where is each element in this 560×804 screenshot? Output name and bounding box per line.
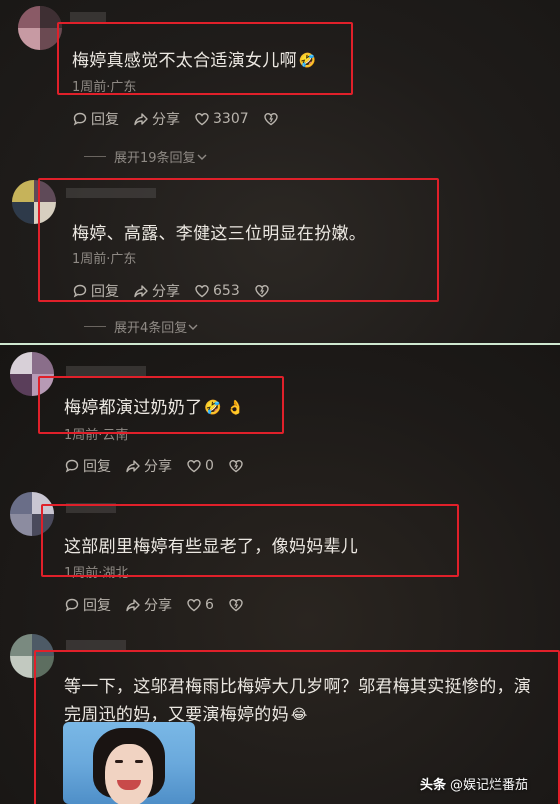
watermark: 头条 @娱记烂番茄 <box>420 774 528 793</box>
comment-text: 梅婷、高露、李健这三位明显在扮嫩。 <box>72 224 367 244</box>
reply-label: 回复 <box>83 598 111 614</box>
like-count: 3307 <box>213 111 249 127</box>
image-eye <box>115 760 123 763</box>
reply-icon <box>65 459 79 473</box>
comment-actions: 回复 分享 653 <box>72 281 287 301</box>
reply-button[interactable]: 回复 <box>72 109 119 129</box>
like-icon <box>187 459 201 473</box>
dislike-button[interactable] <box>254 283 273 299</box>
reply-icon <box>73 112 87 126</box>
watermark-prefix: 头条 <box>420 778 447 793</box>
avatar[interactable] <box>18 6 62 50</box>
watermark-handle: @娱记烂番茄 <box>450 778 529 793</box>
comment-text: 梅婷都演过奶奶了 🤣 👌 <box>64 398 245 418</box>
share-icon <box>126 599 140 612</box>
comment-text: 这部剧里梅婷有些显老了，像妈妈辈儿 <box>64 537 359 557</box>
share-button[interactable]: 分享 <box>133 281 180 301</box>
reply-button[interactable]: 回复 <box>72 281 119 301</box>
dislike-icon <box>229 459 243 473</box>
avatar[interactable] <box>10 352 54 396</box>
share-label: 分享 <box>144 598 172 614</box>
expand-replies[interactable]: 展开4条回复 <box>84 317 199 336</box>
image-eye <box>135 760 143 763</box>
like-button[interactable]: 0 <box>186 458 214 474</box>
comment-image[interactable] <box>63 722 195 804</box>
username-blurred <box>66 640 126 650</box>
expand-line <box>84 156 106 157</box>
like-button[interactable]: 3307 <box>194 111 249 127</box>
reply-button[interactable]: 回复 <box>64 595 111 615</box>
like-count: 6 <box>205 597 214 613</box>
share-icon <box>134 285 148 298</box>
like-button[interactable]: 6 <box>186 597 214 613</box>
avatar[interactable] <box>12 180 56 224</box>
comment-meta: 1周前·广东 <box>72 80 137 95</box>
reply-button[interactable]: 回复 <box>64 456 111 476</box>
share-icon <box>126 460 140 473</box>
share-button[interactable]: 分享 <box>133 109 180 129</box>
reply-icon <box>65 598 79 612</box>
like-icon <box>195 284 209 298</box>
avatar[interactable] <box>10 492 54 536</box>
username-blurred <box>66 366 146 376</box>
comment-text-line1: 等一下，这邬君梅雨比梅婷大几岁啊？邬君梅其实挺惨的，演 <box>64 677 532 697</box>
comment-actions: 回复 分享 0 <box>64 456 261 476</box>
rofl-emoji: 🤣 <box>298 53 317 69</box>
username-blurred <box>66 188 156 198</box>
like-icon <box>195 112 209 126</box>
dislike-icon <box>229 598 243 612</box>
like-icon <box>187 598 201 612</box>
dislike-icon <box>263 112 278 126</box>
reply-icon <box>73 284 87 298</box>
dislike-button[interactable] <box>228 597 247 613</box>
share-label: 分享 <box>144 459 172 475</box>
share-icon <box>134 113 148 126</box>
expand-label: 展开19条回复 <box>114 151 196 166</box>
expand-label: 展开4条回复 <box>114 321 188 336</box>
reply-label: 回复 <box>83 459 111 475</box>
reply-label: 回复 <box>91 284 119 300</box>
share-label: 分享 <box>152 284 180 300</box>
username-blurred <box>70 12 106 22</box>
tears-of-joy-emoji: 😂 <box>290 707 308 723</box>
expand-replies[interactable]: 展开19条回复 <box>84 147 208 166</box>
dislike-icon <box>255 284 269 298</box>
expand-line <box>84 326 106 327</box>
like-button[interactable]: 653 <box>194 283 240 299</box>
like-count: 653 <box>213 283 240 299</box>
comment-meta: 1周前·广东 <box>72 252 137 267</box>
dislike-button[interactable] <box>263 111 282 127</box>
comment-actions: 回复 分享 6 <box>64 595 261 615</box>
like-count: 0 <box>205 458 214 474</box>
comment-actions: 回复 分享 3307 <box>72 109 296 129</box>
chevron-down-icon <box>188 324 198 330</box>
avatar[interactable] <box>10 634 54 678</box>
dislike-button[interactable] <box>228 458 247 474</box>
comment-meta: 1周前·云南 <box>64 428 129 443</box>
image-face <box>105 744 153 804</box>
comment-meta: 1周前·湖北 <box>64 566 129 581</box>
share-button[interactable]: 分享 <box>125 595 172 615</box>
share-button[interactable]: 分享 <box>125 456 172 476</box>
comment-text: 梅婷真感觉不太合适演女儿啊 🤣 <box>72 51 317 71</box>
share-label: 分享 <box>152 112 180 128</box>
username-blurred <box>66 503 116 513</box>
rofl-ok-emoji: 🤣 👌 <box>204 400 245 416</box>
chevron-down-icon <box>197 154 207 160</box>
reply-label: 回复 <box>91 112 119 128</box>
